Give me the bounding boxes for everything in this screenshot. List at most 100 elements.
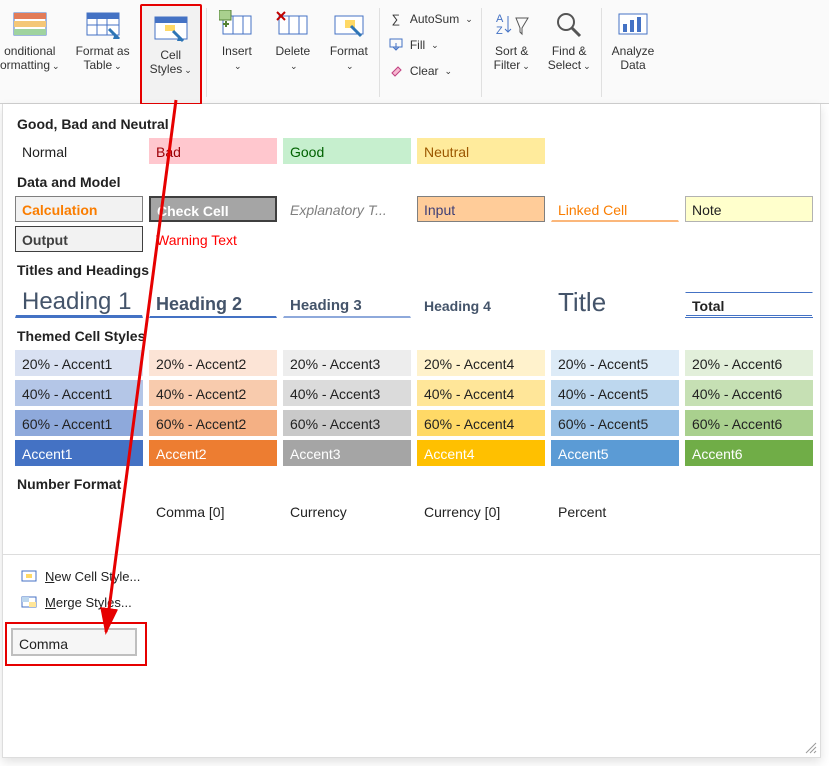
style-60-accent5[interactable]: 60% - Accent5 <box>551 410 679 436</box>
magnifier-icon <box>549 6 589 42</box>
fill-button[interactable]: Fill ⌄ <box>388 34 473 56</box>
chevron-down-icon: ⌄ <box>522 61 530 72</box>
chevron-down-icon: ⌄ <box>346 61 354 72</box>
annotation-highlight-comma: Comma <box>5 622 147 666</box>
sort-filter-label: Sort & Filter⌄ <box>494 44 530 73</box>
style-output[interactable]: Output <box>15 226 143 252</box>
format-label: Format⌄ <box>330 44 368 73</box>
new-cell-style-label: New Cell Style... <box>45 569 140 584</box>
style-40-accent5[interactable]: 40% - Accent5 <box>551 380 679 406</box>
resize-grip-icon[interactable] <box>802 739 818 755</box>
style-bad[interactable]: Bad <box>149 138 277 164</box>
style-40-accent4[interactable]: 40% - Accent4 <box>417 380 545 406</box>
delete-button[interactable]: Delete⌄ <box>265 2 321 103</box>
style-accent3[interactable]: Accent3 <box>283 440 411 466</box>
style-20-accent5[interactable]: 20% - Accent5 <box>551 350 679 376</box>
ribbon-separator <box>206 8 207 97</box>
new-cell-style-button[interactable]: New Cell Style... <box>21 563 806 589</box>
style-60-accent1[interactable]: 60% - Accent1 <box>15 410 143 436</box>
style-neutral[interactable]: Neutral <box>417 138 545 164</box>
style-currency[interactable]: Currency <box>283 498 411 524</box>
ribbon-separator <box>481 8 482 97</box>
style-currency-0[interactable]: Currency [0] <box>417 498 545 524</box>
style-heading-1[interactable]: Heading 1 <box>15 286 143 318</box>
style-60-accent3[interactable]: 60% - Accent3 <box>283 410 411 436</box>
fill-label: Fill <box>410 38 425 52</box>
style-input[interactable]: Input <box>417 196 545 222</box>
delete-cells-icon <box>273 6 313 42</box>
style-20-accent2[interactable]: 20% - Accent2 <box>149 350 277 376</box>
style-linked-cell[interactable]: Linked Cell <box>551 196 679 222</box>
format-button[interactable]: Format⌄ <box>321 2 377 103</box>
merge-styles-button[interactable]: Merge Styles... <box>21 589 806 615</box>
style-title[interactable]: Title <box>551 284 679 318</box>
style-accent4[interactable]: Accent4 <box>417 440 545 466</box>
analyze-data-button[interactable]: Analyze Data <box>604 2 663 103</box>
section-good-bad-neutral: Good, Bad and Neutral <box>13 110 810 138</box>
style-normal[interactable]: Normal <box>15 138 143 164</box>
style-comma[interactable]: Comma <box>11 628 137 656</box>
chevron-down-icon: ⌄ <box>52 61 60 72</box>
style-calculation[interactable]: Calculation <box>15 196 143 222</box>
style-20-accent4[interactable]: 20% - Accent4 <box>417 350 545 376</box>
fill-down-icon <box>388 37 404 53</box>
insert-button[interactable]: Insert⌄ <box>209 2 265 103</box>
sort-filter-button[interactable]: AZ Sort & Filter⌄ <box>484 2 540 103</box>
style-accent5[interactable]: Accent5 <box>551 440 679 466</box>
cell-styles-icon <box>151 10 191 46</box>
style-60-accent4[interactable]: 60% - Accent4 <box>417 410 545 436</box>
sort-filter-icon: AZ <box>492 6 532 42</box>
style-explanatory[interactable]: Explanatory T... <box>283 196 411 222</box>
style-20-accent1[interactable]: 20% - Accent1 <box>15 350 143 376</box>
style-60-accent2[interactable]: 60% - Accent2 <box>149 410 277 436</box>
ribbon-separator <box>379 8 380 97</box>
section-titles-headings: Titles and Headings <box>13 256 810 284</box>
analyze-data-label: Analyze Data <box>612 44 655 73</box>
ribbon: onditional ormatting⌄ Format as Table⌄ C… <box>0 0 829 104</box>
autosum-button[interactable]: ∑ AutoSum ⌄ <box>388 8 473 30</box>
format-cells-icon <box>329 6 369 42</box>
style-40-accent1[interactable]: 40% - Accent1 <box>15 380 143 406</box>
style-60-accent6[interactable]: 60% - Accent6 <box>685 410 813 436</box>
style-heading-4[interactable]: Heading 4 <box>417 292 545 318</box>
style-40-accent3[interactable]: 40% - Accent3 <box>283 380 411 406</box>
style-percent[interactable]: Percent <box>551 498 679 524</box>
style-warning-text[interactable]: Warning Text <box>149 226 277 252</box>
svg-text:A: A <box>496 13 504 25</box>
style-comma-0[interactable]: Comma [0] <box>149 498 277 524</box>
format-as-table-button[interactable]: Format as Table⌄ <box>68 2 138 103</box>
sigma-icon: ∑ <box>388 11 404 27</box>
insert-cells-icon <box>217 6 257 42</box>
chevron-down-icon: ⌄ <box>583 61 591 72</box>
style-heading-2[interactable]: Heading 2 <box>149 288 277 318</box>
style-note[interactable]: Note <box>685 196 813 222</box>
find-select-label: Find & Select⌄ <box>548 44 591 73</box>
style-good[interactable]: Good <box>283 138 411 164</box>
style-40-accent2[interactable]: 40% - Accent2 <box>149 380 277 406</box>
conditional-formatting-button[interactable]: onditional ormatting⌄ <box>0 2 68 103</box>
section-number-format: Number Format <box>13 470 810 498</box>
style-accent1[interactable]: Accent1 <box>15 440 143 466</box>
format-as-table-label: Format as Table⌄ <box>76 44 130 73</box>
style-accent6[interactable]: Accent6 <box>685 440 813 466</box>
find-select-button[interactable]: Find & Select⌄ <box>540 2 599 103</box>
style-40-accent6[interactable]: 40% - Accent6 <box>685 380 813 406</box>
clear-button[interactable]: Clear ⌄ <box>388 60 473 82</box>
format-as-table-icon <box>83 6 123 42</box>
chevron-down-icon: ⌄ <box>290 61 298 72</box>
conditional-formatting-label: onditional ormatting⌄ <box>0 44 60 73</box>
style-20-accent3[interactable]: 20% - Accent3 <box>283 350 411 376</box>
chevron-down-icon: ⌄ <box>234 61 242 72</box>
merge-styles-label: Merge Styles... <box>45 595 132 610</box>
style-heading-3[interactable]: Heading 3 <box>283 292 411 318</box>
style-accent2[interactable]: Accent2 <box>149 440 277 466</box>
cell-styles-button[interactable]: Cell Styles⌄ <box>140 4 202 105</box>
autosum-label: AutoSum <box>410 12 459 26</box>
style-total[interactable]: Total <box>685 292 813 318</box>
chevron-down-icon: ⌄ <box>114 61 122 72</box>
style-check-cell[interactable]: Check Cell <box>149 196 277 222</box>
ribbon-separator <box>601 8 602 97</box>
cell-styles-label: Cell Styles⌄ <box>150 48 192 77</box>
style-20-accent6[interactable]: 20% - Accent6 <box>685 350 813 376</box>
new-style-icon <box>21 568 37 584</box>
